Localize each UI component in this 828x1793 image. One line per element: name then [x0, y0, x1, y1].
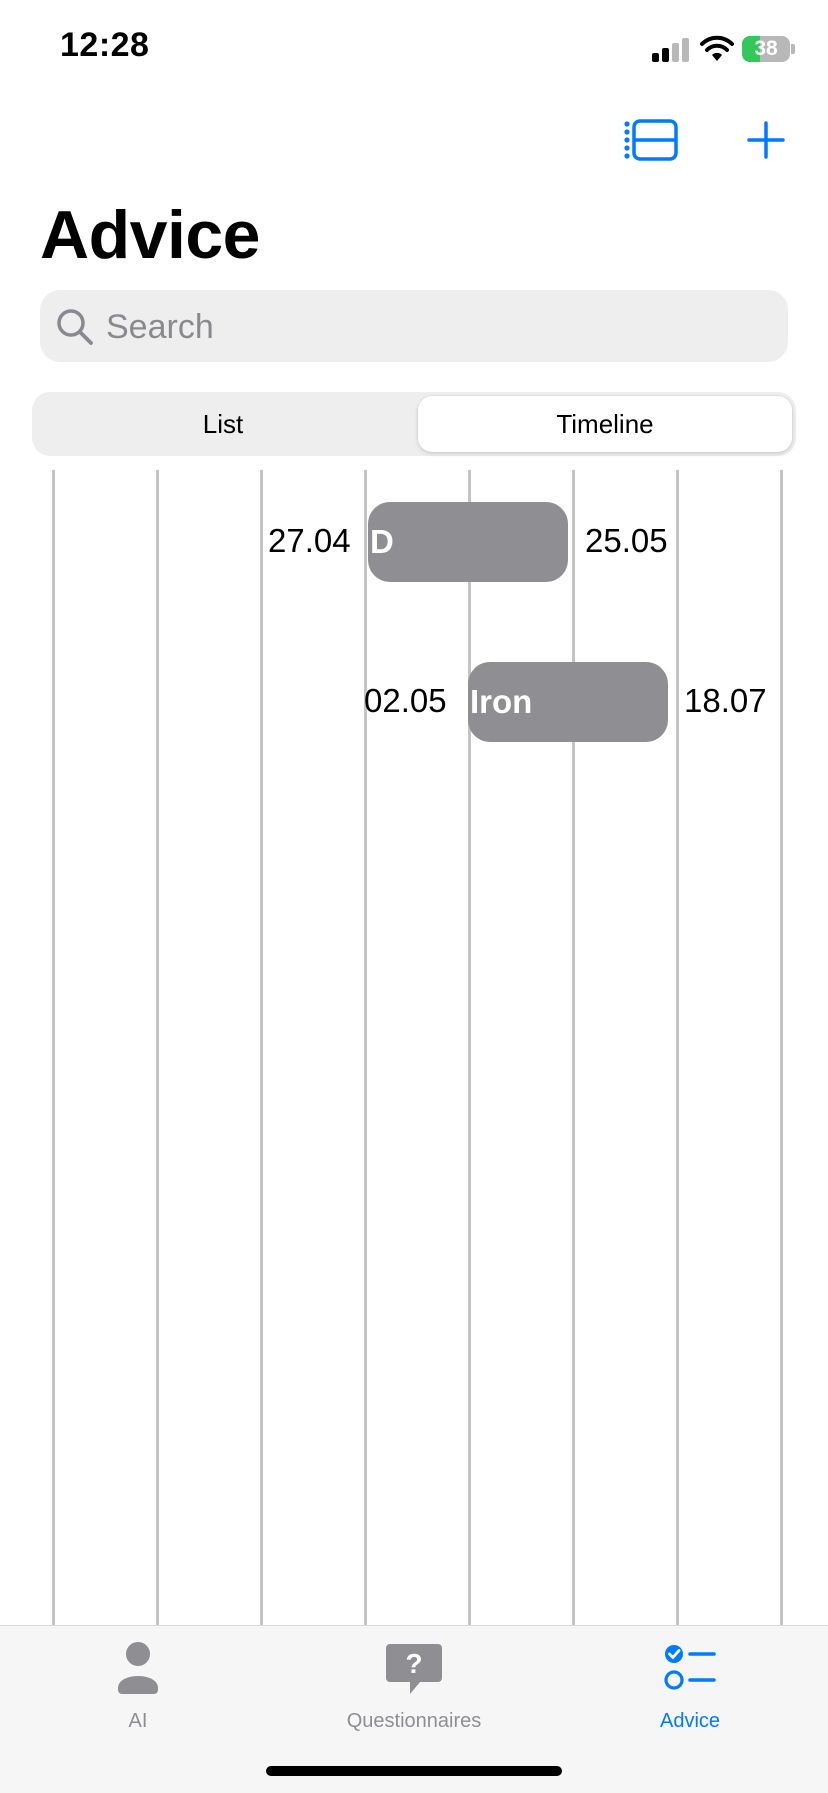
battery-indicator: 38	[742, 36, 790, 62]
svg-text:?: ?	[405, 1648, 422, 1679]
plus-icon	[747, 121, 785, 159]
checklist-icon	[664, 1645, 716, 1690]
page-title: Advice	[40, 197, 261, 273]
status-time: 12:28	[60, 26, 150, 64]
search-icon	[57, 309, 93, 345]
timeline-gridline	[260, 470, 263, 1625]
view-mode-segmented-control: List Timeline	[32, 392, 796, 456]
tab-ai[interactable]: AI	[0, 1640, 276, 1750]
timeline-gridline	[780, 470, 783, 1625]
timeline-bar[interactable]: Iron	[468, 662, 668, 742]
sidebar-list-icon	[624, 119, 678, 161]
tab-questionnaires[interactable]: ? Questionnaires	[276, 1640, 552, 1750]
timeline-start-date: 27.04	[268, 522, 351, 559]
sidebar-toggle-button[interactable]	[620, 112, 684, 168]
timeline-start-date: 02.05	[364, 682, 447, 719]
timeline-gridline	[468, 470, 471, 1625]
person-icon	[118, 1642, 158, 1694]
timeline-gridline	[572, 470, 575, 1625]
timeline-gridline	[676, 470, 679, 1625]
segment-list[interactable]: List	[36, 396, 410, 452]
battery-nub	[791, 44, 795, 54]
wifi-icon	[700, 35, 734, 61]
tab-label: Advice	[659, 1710, 721, 1732]
timeline-gridline	[52, 470, 55, 1625]
timeline-bar-label: Iron	[470, 683, 533, 720]
cellular-signal-icon	[652, 38, 690, 62]
timeline-gridline	[156, 470, 159, 1625]
question-bubble-icon: ?	[386, 1644, 442, 1694]
search-input[interactable]	[104, 290, 768, 364]
search-bar[interactable]	[40, 290, 788, 364]
timeline-bar[interactable]: D	[368, 502, 568, 582]
battery-percent: 38	[754, 37, 778, 60]
add-button[interactable]	[734, 112, 798, 168]
timeline-end-date: 18.07	[684, 682, 767, 719]
timeline-gridline	[364, 470, 367, 1625]
tab-label: Questionnaires	[346, 1710, 482, 1732]
tab-advice[interactable]: Advice	[552, 1640, 828, 1750]
segment-timeline[interactable]: Timeline	[418, 396, 792, 452]
timeline-end-date: 25.05	[585, 522, 668, 559]
tab-label: AI	[128, 1710, 148, 1732]
timeline-chart: 27.04 D 25.05 02.05 Iron 18.07	[0, 470, 828, 1625]
timeline-bar-label: D	[370, 523, 394, 560]
home-indicator	[266, 1766, 562, 1776]
